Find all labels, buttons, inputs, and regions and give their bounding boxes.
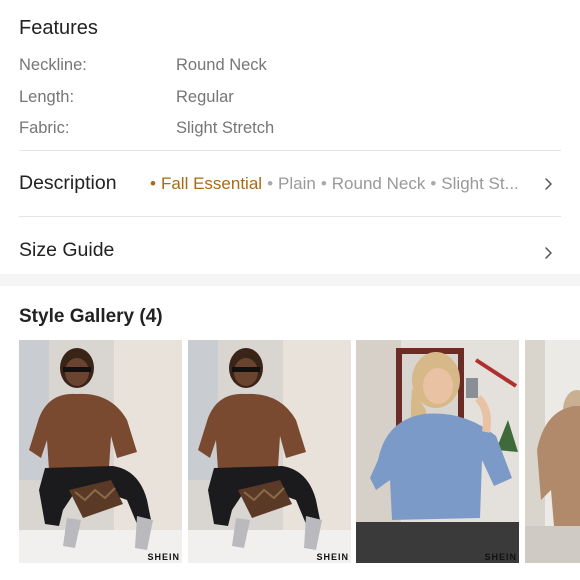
feature-value: Round Neck [176,56,267,74]
features-title: Features [19,17,98,39]
feature-value: Slight Stretch [176,119,275,137]
description-tag-slight-stretch: Slight St... [441,174,519,193]
gallery-photo[interactable]: SHEIN [356,340,519,563]
description-title: Description [19,172,117,194]
chevron-right-icon[interactable] [543,241,555,265]
tag-separator: • [430,174,437,193]
gallery-photo[interactable] [525,340,580,563]
feature-label: Fabric: [19,119,70,137]
description-tag-fall-essential: Fall Essential [160,174,263,193]
shein-watermark: SHEIN [484,552,517,562]
gallery-photo[interactable]: SHEIN [19,340,182,563]
feature-row-neckline: Neckline: Round Neck [19,54,561,76]
size-guide-title: Size Guide [19,239,115,261]
description-tags: • Fall Essential • Plain • Round Neck • Slight … [150,172,522,196]
feature-row-fabric: Fabric: Slight Stretch [19,117,561,139]
divider [19,150,561,151]
section-separator [0,274,580,286]
shein-watermark: SHEIN [147,552,180,562]
feature-value: Regular [176,88,234,106]
gallery-photo[interactable]: SHEIN [188,340,351,563]
tag-separator: • [150,174,156,193]
tag-separator: • [267,174,274,193]
description-tag-round-neck: Round Neck [331,174,426,193]
shein-watermark: SHEIN [316,552,349,562]
style-gallery-strip[interactable]: SHEIN SHEIN SHEIN [19,340,580,563]
feature-row-length: Length: Regular [19,86,561,108]
chevron-right-icon[interactable] [543,172,555,196]
feature-label: Length: [19,88,75,106]
description-tag-plain: Plain [278,174,316,193]
divider [19,216,561,217]
feature-label: Neckline: [19,56,87,74]
tag-separator: • [320,174,327,193]
style-gallery-title: Style Gallery (4) [19,306,163,327]
